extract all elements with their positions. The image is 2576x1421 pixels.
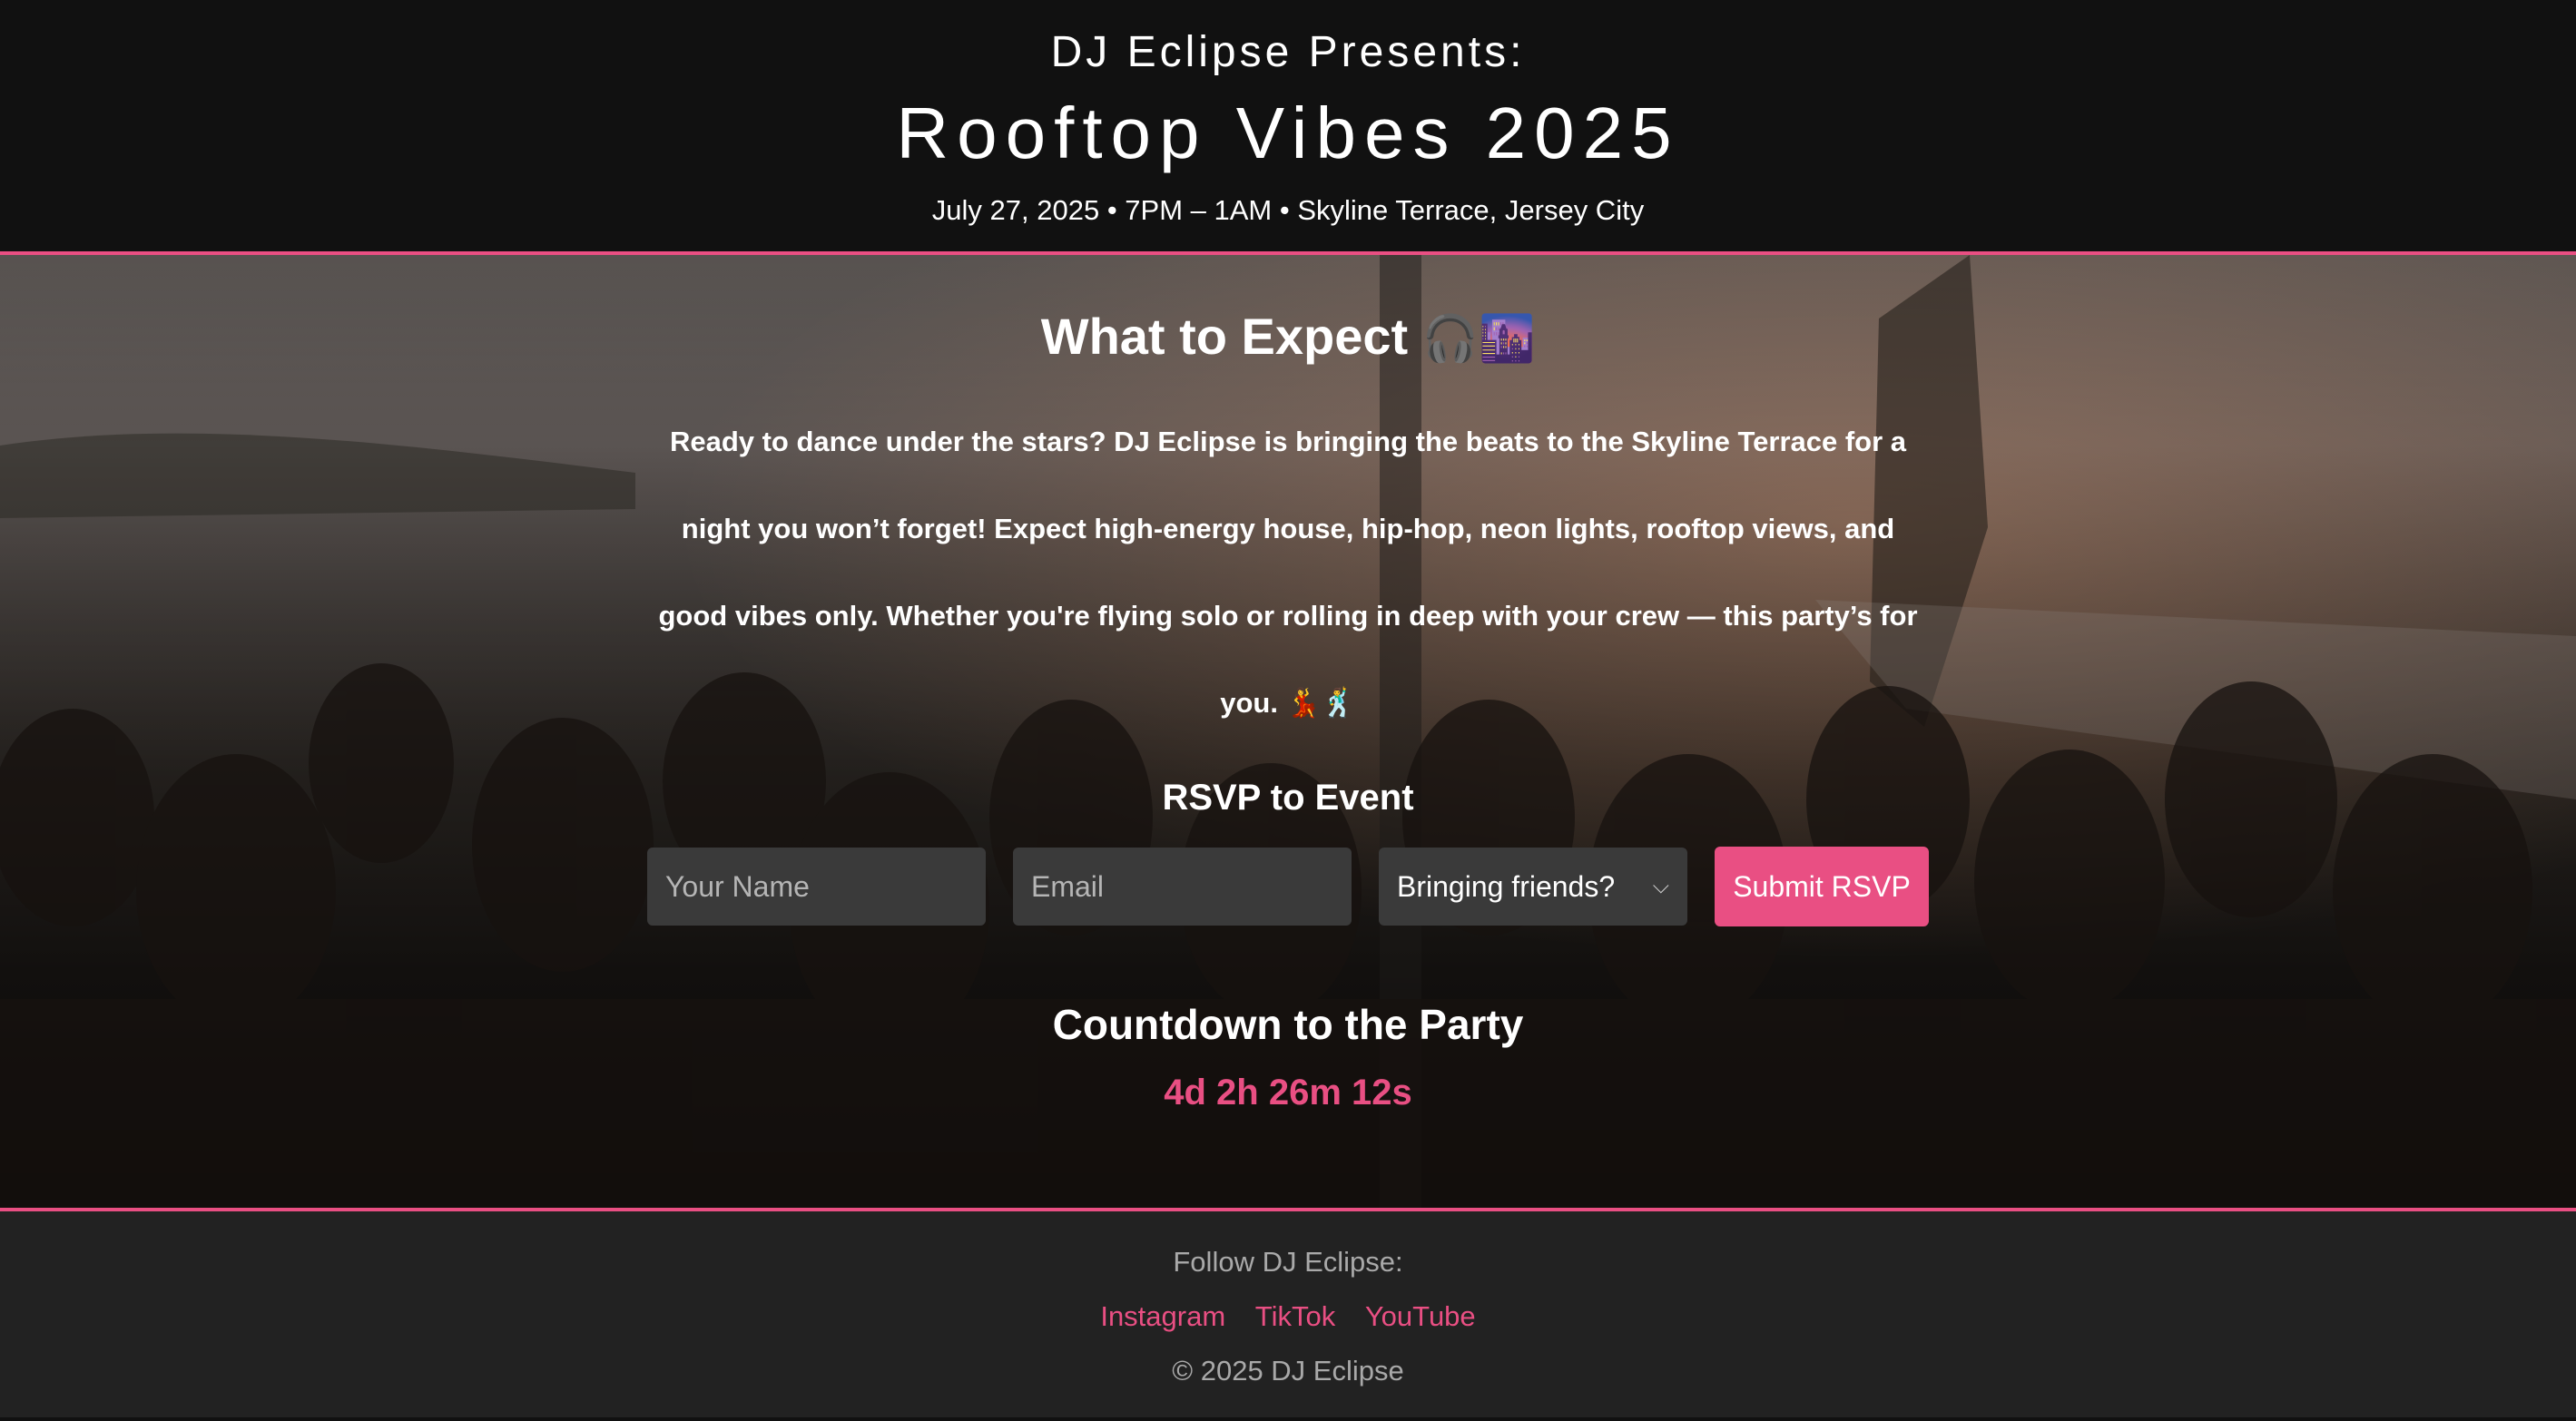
name-input-placeholder: Your Name	[665, 869, 810, 903]
follow-label: Follow DJ Eclipse:	[1173, 1246, 1403, 1278]
event-title: Rooftop Vibes 2025	[896, 93, 1680, 173]
event-description: Ready to dance under the stars? DJ Eclip…	[658, 426, 1918, 719]
page-header: DJ Eclipse Presents: Rooftop Vibes 2025 …	[0, 0, 2576, 255]
submit-rsvp-button[interactable]: Submit RSVP	[1715, 847, 1929, 926]
hero-content: What to Expect 🎧🌆 Ready to dance under t…	[0, 304, 2576, 1115]
hero-section: What to Expect 🎧🌆 Ready to dance under t…	[0, 255, 2576, 1211]
tiktok-link[interactable]: TikTok	[1255, 1300, 1335, 1332]
presenter-text: DJ Eclipse Presents:	[1050, 28, 1526, 76]
name-input[interactable]: Your Name	[647, 848, 986, 926]
page-footer: Follow DJ Eclipse: Instagram TikTok YouT…	[0, 1211, 2576, 1417]
bringing-friends-value: Bringing friends?	[1397, 869, 1616, 903]
email-input-placeholder: Email	[1031, 869, 1105, 903]
email-input[interactable]: Email	[1013, 848, 1352, 926]
rsvp-form: Your Name Email Bringing friends? ⌵ Subm…	[0, 847, 2576, 926]
social-links: Instagram TikTok YouTube	[0, 1297, 2576, 1337]
rsvp-heading: RSVP to Event	[1162, 778, 1414, 818]
copyright-text: © 2025 DJ Eclipse	[1172, 1355, 1404, 1387]
bringing-friends-select[interactable]: Bringing friends? ⌵	[1379, 848, 1687, 926]
youtube-link[interactable]: YouTube	[1365, 1300, 1476, 1332]
what-to-expect-heading: What to Expect 🎧🌆	[0, 304, 2576, 371]
countdown-heading: Countdown to the Party	[1052, 1001, 1524, 1048]
instagram-link[interactable]: Instagram	[1100, 1300, 1225, 1332]
chevron-down-icon: ⌵	[1652, 874, 1669, 898]
headphones-city-emoji-icon: 🎧🌆	[1421, 313, 1536, 364]
what-to-expect-title: What to Expect	[1040, 308, 1409, 365]
countdown-timer: 4d 2h 26m 12s	[1164, 1073, 1412, 1112]
event-details: July 27, 2025 • 7PM – 1AM • Skyline Terr…	[931, 194, 1645, 226]
